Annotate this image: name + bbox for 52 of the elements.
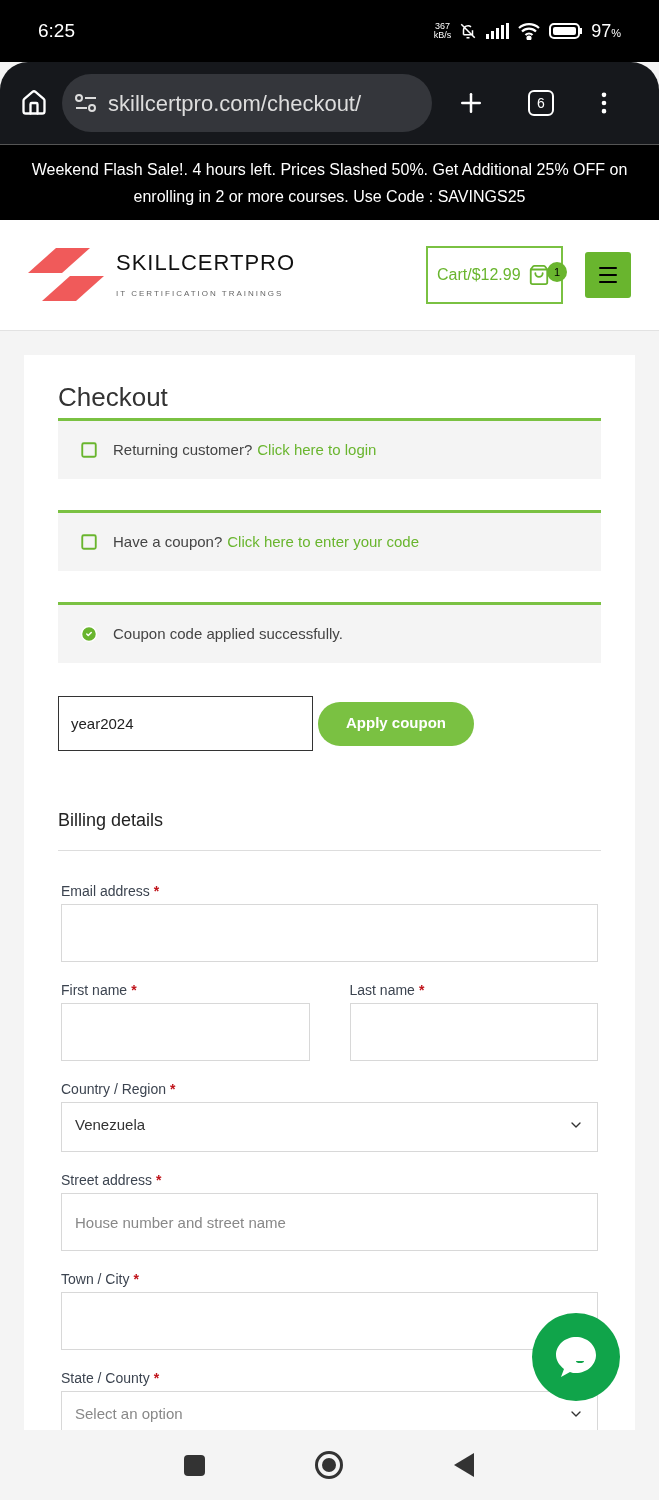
select-field[interactable]: Select an option xyxy=(61,1391,598,1430)
input-field[interactable] xyxy=(61,904,598,962)
required-mark: * xyxy=(153,883,160,899)
battery-level: 97% xyxy=(591,19,621,43)
required-mark: * xyxy=(156,1172,162,1188)
logo-icon xyxy=(28,248,104,302)
bell-off-icon xyxy=(459,22,478,40)
field-label: Street address xyxy=(61,1172,153,1188)
notice-text: Coupon code applied successfully. xyxy=(113,623,343,644)
site-settings-icon xyxy=(74,94,98,112)
required-mark: * xyxy=(170,1081,176,1097)
clock-time: 6:25 xyxy=(38,18,75,43)
input-field[interactable]: House number and street name xyxy=(61,1193,598,1251)
field-label: State / County xyxy=(61,1370,150,1386)
input-field[interactable] xyxy=(61,1003,310,1061)
section-title: Billing details xyxy=(58,807,601,851)
required-mark: * xyxy=(133,1271,139,1287)
coupon-field[interactable]: year2024 xyxy=(58,696,313,751)
notice-text: Have a coupon? xyxy=(113,531,223,552)
select-field[interactable]: Venezuela xyxy=(61,1102,598,1152)
input-field[interactable] xyxy=(349,1003,598,1061)
network-speed: 367 kB/s xyxy=(433,22,452,40)
window-icon xyxy=(80,441,98,459)
page-title: Checkout xyxy=(58,381,169,413)
cart-count-badge: 1 xyxy=(547,262,567,282)
window-icon xyxy=(80,533,98,551)
home-button[interactable] xyxy=(315,1451,343,1479)
shopping-bag-icon xyxy=(527,264,550,286)
field-label: Country / Region xyxy=(61,1081,167,1097)
field-label: Email address xyxy=(61,883,150,899)
recents-button[interactable] xyxy=(184,1454,205,1476)
field-label: Last name xyxy=(349,982,415,998)
required-mark: * xyxy=(153,1370,160,1386)
notice-text: Returning customer? xyxy=(113,439,253,460)
signal-icon xyxy=(485,23,510,39)
logo-title: SKILLCERTPRO xyxy=(116,252,296,274)
input-field[interactable] xyxy=(61,1292,598,1350)
field-label: Town / City xyxy=(61,1271,130,1287)
required-mark: * xyxy=(131,982,137,998)
field-label: First name xyxy=(61,982,128,998)
tab-count-button[interactable]: 6 xyxy=(528,90,554,116)
back-icon[interactable] xyxy=(453,1452,475,1478)
check-circle-icon xyxy=(80,625,98,643)
required-mark: * xyxy=(418,982,425,998)
menu-button[interactable] xyxy=(585,252,631,298)
promo-banner-text: Weekend Flash Sale!. 4 hours left. Prices Slashed 50%. Get Additional 25% OFF on enrolling in 2 or more courses. Use Code : SAVINGS25 xyxy=(30,159,629,207)
battery-icon xyxy=(549,23,584,39)
address-bar[interactable]: skillcertpro.com/checkout/ xyxy=(62,74,432,132)
wifi-icon xyxy=(517,22,542,40)
home-icon[interactable] xyxy=(20,89,48,117)
logo-tagline: IT CERTIFICATION TRAININGS xyxy=(116,290,285,298)
chat-bubble-icon xyxy=(554,1335,598,1379)
